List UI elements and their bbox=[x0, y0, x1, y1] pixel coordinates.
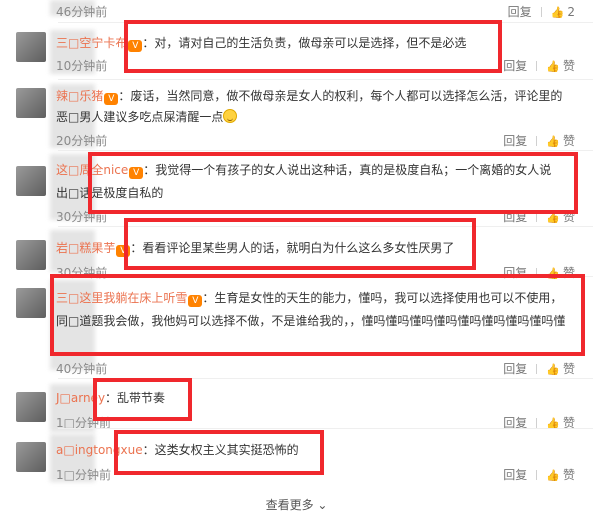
avatar[interactable] bbox=[16, 166, 46, 196]
like-button[interactable]: 赞 bbox=[563, 266, 575, 280]
comment-content-line2: 出□话是极度自私的 bbox=[56, 185, 163, 201]
row-divider bbox=[58, 150, 593, 151]
like-button[interactable]: 赞 bbox=[563, 59, 575, 73]
comment-actions: 回复 👍 赞 bbox=[503, 208, 575, 225]
action-divider bbox=[540, 7, 542, 17]
smile-emoji-icon bbox=[223, 109, 238, 123]
comment-content: 三□空宁卡布 V ：对，请对自己的生活负责，做母亲可以是选择，但不是必选 bbox=[56, 35, 466, 52]
row-divider bbox=[58, 378, 593, 379]
comment-time: 40分钟前 bbox=[56, 362, 108, 376]
avatar[interactable] bbox=[16, 288, 46, 318]
action-divider bbox=[536, 364, 538, 374]
thumbs-up-icon[interactable]: 👍 bbox=[551, 6, 565, 19]
comment-text-continued: 出□话是极度自私的 bbox=[56, 186, 164, 200]
comment-username[interactable]: J□arney bbox=[56, 391, 105, 405]
reply-button[interactable]: 回复 bbox=[503, 362, 527, 376]
comment-content: J□arney：乱带节奏 bbox=[56, 390, 165, 406]
comment-content: 岩□糕果芋 V ：看看评论里某些男人的话，就明白为什么这么多女性厌男了 bbox=[56, 240, 454, 257]
comment-username[interactable]: 岩□糕果芋 bbox=[56, 241, 115, 255]
comment-actions: 回复 👍 赞 bbox=[503, 132, 575, 149]
thumbs-up-icon[interactable]: 👍 bbox=[546, 60, 560, 73]
comment-actions: 回复 👍 赞 bbox=[503, 264, 575, 281]
row-divider bbox=[58, 79, 593, 80]
comment-time: 30分钟前 bbox=[56, 210, 108, 224]
comment-time: 46分钟前 bbox=[56, 5, 108, 19]
avatar[interactable] bbox=[16, 240, 46, 270]
avatar[interactable] bbox=[16, 392, 46, 422]
vip-badge-icon: V bbox=[188, 295, 203, 307]
comment-text: ：生育是女性的天生的能力，懂吗，我可以选择使用也可以不使用， bbox=[202, 291, 563, 305]
thumbs-up-icon[interactable]: 👍 bbox=[546, 267, 560, 280]
comment-text: ：废话，当然同意，做不做母亲是女人的权利，每个人都可以选择怎么活，评论里的 bbox=[118, 89, 563, 103]
like-button[interactable]: 赞 bbox=[563, 210, 575, 224]
reply-button[interactable]: 回复 bbox=[503, 266, 527, 280]
comment-text: ：我觉得一个有孩子的女人说出这种话，真的是极度自私；一个离婚的女人说 bbox=[143, 163, 552, 177]
comment-content-line2: 同□道题我会做，我他妈可以选择不做，不是谁给我的，，懂吗懂吗懂吗懂吗懂吗懂吗懂吗… bbox=[56, 313, 565, 329]
comment-actions: 回复 👍 2 bbox=[508, 3, 575, 20]
vip-badge-icon: V bbox=[116, 245, 131, 257]
comment-username[interactable]: 这□周全nice bbox=[56, 163, 128, 177]
avatar[interactable] bbox=[16, 32, 46, 62]
comment-actions: 回复 👍 赞 bbox=[503, 57, 575, 74]
reply-button[interactable]: 回复 bbox=[503, 210, 527, 224]
reply-button[interactable]: 回复 bbox=[508, 5, 532, 19]
reply-button[interactable]: 回复 bbox=[503, 134, 527, 148]
thumbs-up-icon[interactable]: 👍 bbox=[546, 469, 560, 482]
comment-text-continued: 同□道题我会做，我他妈可以选择不做，不是谁给我的，，懂吗懂吗懂吗懂吗懂吗懂吗懂吗… bbox=[56, 314, 566, 328]
comment-content: 辣□乐猪 V ：废话，当然同意，做不做母亲是女人的权利，每个人都可以选择怎么活，评论… bbox=[56, 88, 562, 105]
comment-actions: 回复 👍 赞 bbox=[503, 360, 575, 377]
comment-content: 三□这里我躺在床上听雪 V ：生育是女性的天生的能力，懂吗，我可以选择使用也可以不使… bbox=[56, 290, 562, 307]
thumbs-up-icon[interactable]: 👍 bbox=[546, 211, 560, 224]
like-count[interactable]: 2 bbox=[567, 5, 575, 19]
vip-badge-icon: V bbox=[104, 93, 119, 105]
comment-username[interactable]: a□ingtongxue bbox=[56, 443, 143, 457]
comment-content: 这□周全nice V ：我觉得一个有孩子的女人说出这种话，真的是极度自私；一个离婚的… bbox=[56, 162, 551, 179]
thumbs-up-icon[interactable]: 👍 bbox=[546, 363, 560, 376]
comment-content-line2: 恶□男人建议多吃点屎清醒一点 bbox=[56, 109, 238, 125]
action-divider bbox=[536, 470, 538, 480]
comment-actions: 回复 👍 赞 bbox=[503, 466, 575, 483]
like-button[interactable]: 赞 bbox=[563, 468, 575, 482]
comment-username[interactable]: 三□这里我躺在床上听雪 bbox=[56, 291, 187, 305]
reply-button[interactable]: 回复 bbox=[503, 59, 527, 73]
row-divider bbox=[58, 276, 593, 277]
thumbs-up-icon[interactable]: 👍 bbox=[546, 135, 560, 148]
action-divider bbox=[536, 418, 538, 428]
comment-text: ：这类女权主义其实挺恐怖的 bbox=[142, 443, 299, 457]
comment-content: a□ingtongxue：这类女权主义其实挺恐怖的 bbox=[56, 442, 299, 458]
comment-time: 30分钟前 bbox=[56, 266, 108, 280]
vip-badge-icon: V bbox=[128, 40, 143, 52]
comment-text: ：对，请对自己的生活负责，做母亲可以是选择，但不是必选 bbox=[142, 36, 467, 50]
comment-time: 1□分钟前 bbox=[56, 468, 111, 482]
like-button[interactable]: 赞 bbox=[563, 362, 575, 376]
like-button[interactable]: 赞 bbox=[563, 134, 575, 148]
avatar[interactable] bbox=[16, 442, 46, 472]
row-divider bbox=[58, 428, 593, 429]
comment-text: ：看看评论里某些男人的话，就明白为什么这么多女性厌男了 bbox=[130, 241, 455, 255]
comment-time: 10分钟前 bbox=[56, 59, 108, 73]
row-divider bbox=[58, 22, 593, 23]
view-more-link[interactable]: 查看更多 ⌄ bbox=[0, 496, 593, 513]
action-divider bbox=[536, 212, 538, 222]
avatar[interactable] bbox=[16, 88, 46, 118]
action-divider bbox=[536, 136, 538, 146]
comment-username[interactable]: 辣□乐猪 bbox=[56, 89, 103, 103]
vip-badge-icon: V bbox=[129, 167, 144, 179]
row-divider bbox=[58, 226, 593, 227]
comment-text-continued: 恶□男人建议多吃点屎清醒一点 bbox=[56, 110, 224, 124]
comment-text: ：乱带节奏 bbox=[105, 391, 166, 405]
reply-button[interactable]: 回复 bbox=[503, 468, 527, 482]
comment-username[interactable]: 三□空宁卡布 bbox=[56, 36, 127, 50]
action-divider bbox=[536, 61, 538, 71]
comment-time: 20分钟前 bbox=[56, 134, 108, 148]
